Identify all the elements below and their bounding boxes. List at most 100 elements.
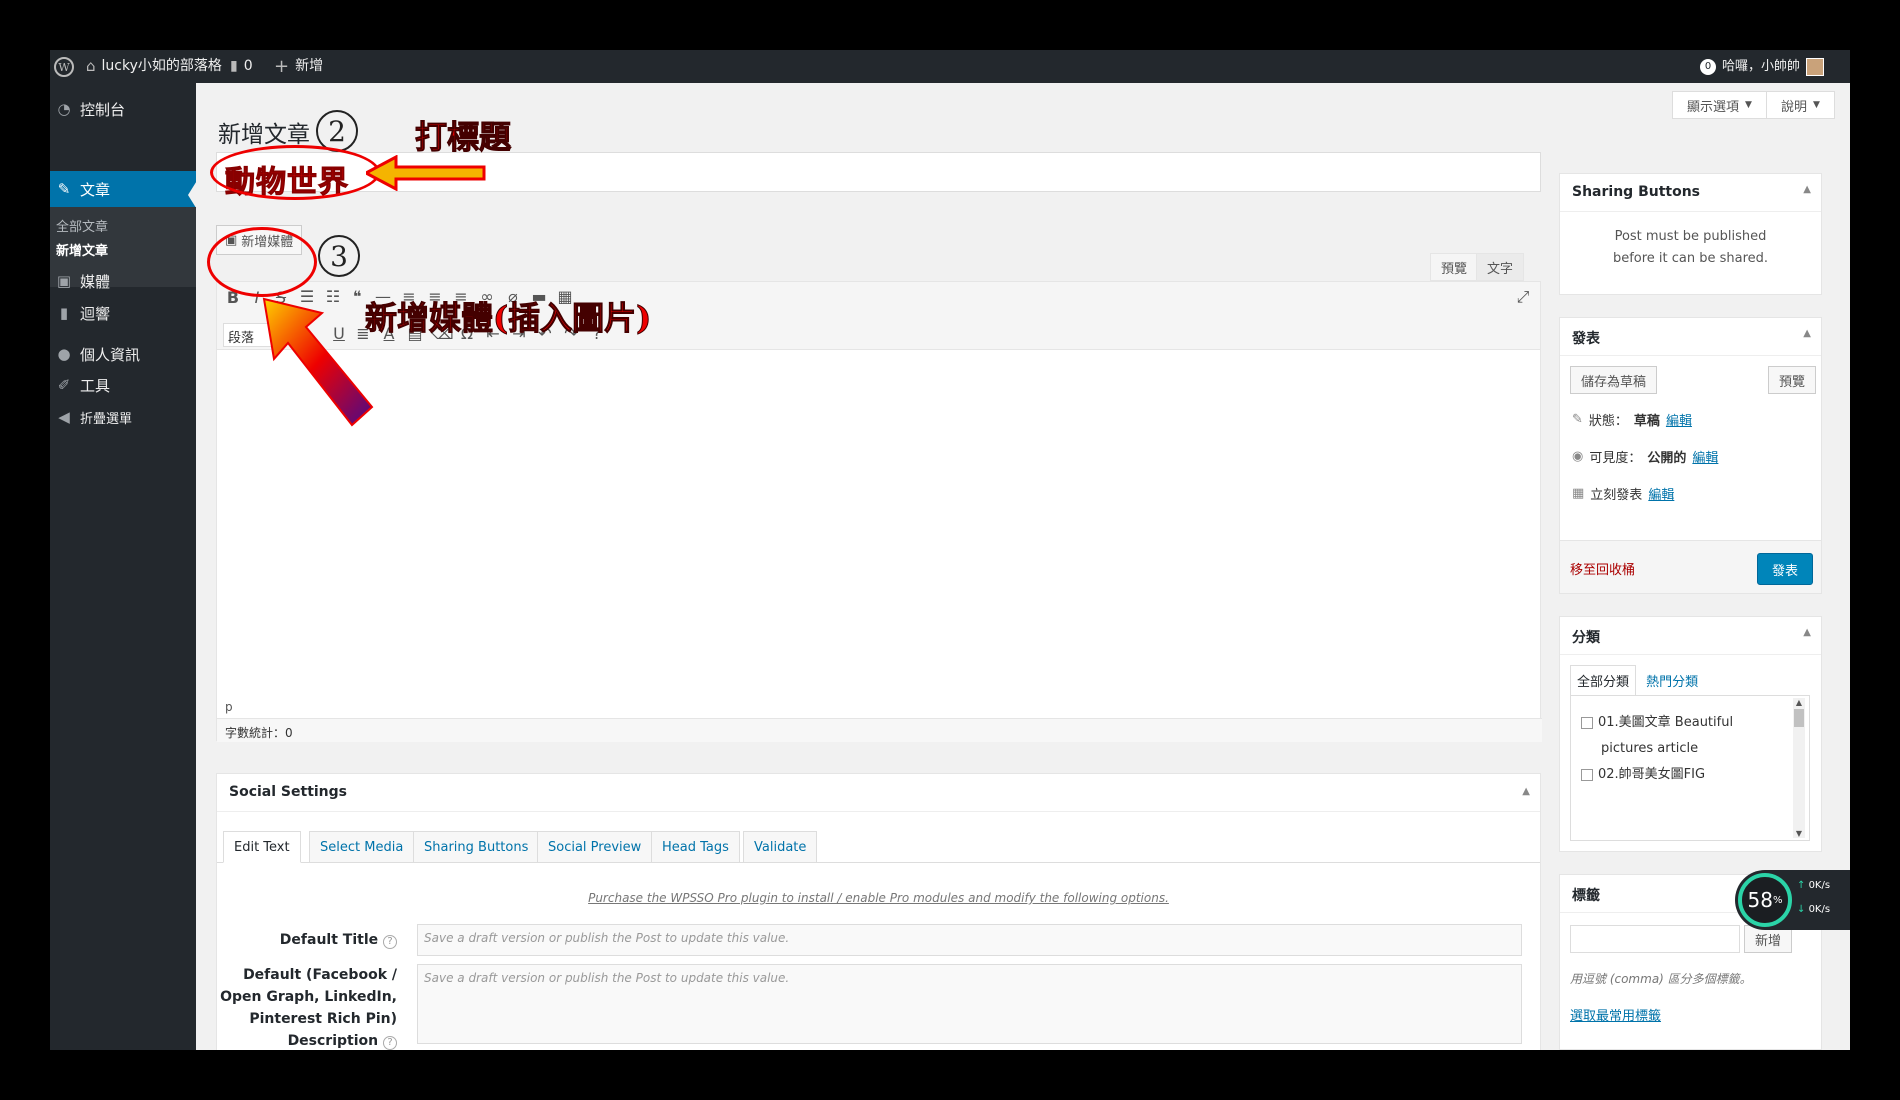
cpu-percent: 58 xyxy=(1747,888,1773,912)
schedule-row: ▦ 立刻發表 編輯 xyxy=(1572,484,1674,503)
editor-content-area[interactable] xyxy=(217,350,1540,690)
user-account-menu[interactable]: 0 哈囉，小帥帥 xyxy=(1700,50,1825,83)
status-row: ✎ 狀態： 草稿 編輯 xyxy=(1572,410,1692,429)
sharing-buttons-header[interactable]: Sharing Buttons ▲ xyxy=(1560,174,1821,212)
sidebar-item-collapse[interactable]: ◀ 折疊選單 xyxy=(50,399,196,435)
collapse-arrow-icon[interactable]: ▲ xyxy=(1803,627,1811,638)
default-description-field[interactable]: Save a draft version or publish the Post… xyxy=(417,964,1522,1044)
comment-bubble-icon: ▮ xyxy=(230,58,238,74)
help-label: 說明 xyxy=(1781,99,1808,115)
cpu-unit: % xyxy=(1772,894,1783,906)
tab-sharing-buttons[interactable]: Sharing Buttons xyxy=(413,831,540,863)
category-checkbox[interactable] xyxy=(1581,768,1593,781)
social-settings-box: Social Settings ▲ Edit Text Select Media… xyxy=(216,773,1541,1050)
sidebar-item-tools[interactable]: ✐ 工具 xyxy=(50,367,196,403)
admin-bar: W ⌂ lucky小如的部落格 ▮ 0 + 新增 0 哈囉，小帥帥 xyxy=(50,50,1850,83)
category-scroll-area[interactable]: 01.美圖文章 Beautiful pictures article 02.帥哥… xyxy=(1581,710,1786,826)
sidebar-item-label: 折疊選單 xyxy=(80,411,133,427)
edit-schedule-link[interactable]: 編輯 xyxy=(1648,484,1674,503)
home-icon: ⌂ xyxy=(86,57,96,75)
pin-icon: ✎ xyxy=(57,180,71,198)
upload-speed-value: 0K/s xyxy=(1808,880,1831,891)
tab-social-preview[interactable]: Social Preview xyxy=(537,831,653,863)
fullscreen-icon[interactable]: ⤢ xyxy=(1513,287,1533,307)
tab-visual[interactable]: 預覽 xyxy=(1430,253,1479,281)
visibility-row: ◉ 可見度： 公開的 編輯 xyxy=(1572,447,1718,466)
sidebar-item-posts[interactable]: ✎ 文章 xyxy=(50,171,196,207)
sidebar-item-label: 媒體 xyxy=(80,272,111,291)
tab-head-tags[interactable]: Head Tags xyxy=(651,831,740,863)
main-content: 顯示選項 ▼ 說明 ▼ 新增文章 動物世界 ▣ 新增媒體 預覽 文字 B I S… xyxy=(196,83,1850,1050)
sidebar-item-comments[interactable]: ▮ 迴響 xyxy=(50,295,196,331)
social-settings-header[interactable]: Social Settings ▲ xyxy=(217,774,1540,812)
list-item[interactable]: 01.美圖文章 Beautiful pictures article xyxy=(1581,710,1786,762)
submenu-all-posts[interactable]: 全部文章 xyxy=(56,216,108,235)
category-list: 01.美圖文章 Beautiful pictures article 02.帥哥… xyxy=(1570,695,1810,841)
site-name-link[interactable]: ⌂ lucky小如的部落格 xyxy=(86,50,222,83)
tab-select-media[interactable]: Select Media xyxy=(309,831,415,863)
collapse-arrow-icon[interactable]: ▲ xyxy=(1803,328,1811,339)
admin-sidebar: ◔ 控制台 ✎ 文章 全部文章 新增文章 ▣ 媒體 ▮ 迴響 ● 個人資訊 ✐ … xyxy=(50,83,198,1050)
step-3-marker: 3 xyxy=(318,235,360,277)
up-arrow-icon: ↑ xyxy=(1797,880,1809,891)
sharing-message: Post must be published before it can be … xyxy=(1612,229,1769,266)
tab-text[interactable]: 文字 xyxy=(1476,253,1525,281)
tags-title: 標籤 xyxy=(1572,888,1600,904)
tab-edit-text[interactable]: Edit Text xyxy=(223,831,301,863)
plus-icon: + xyxy=(274,56,290,77)
social-settings-title: Social Settings xyxy=(229,784,348,800)
schedule-label: 立刻發表 xyxy=(1590,488,1643,503)
save-draft-button[interactable]: 儲存為草稿 xyxy=(1570,366,1658,394)
help-icon[interactable]: ? xyxy=(383,1036,397,1050)
sharing-buttons-box: Sharing Buttons ▲ Post must be published… xyxy=(1559,173,1822,295)
editor-path: p xyxy=(225,700,233,714)
sidebar-item-label: 文章 xyxy=(80,180,111,199)
categories-title: 分類 xyxy=(1572,630,1600,646)
scroll-thumb[interactable] xyxy=(1794,709,1804,727)
help-button[interactable]: 說明 ▼ xyxy=(1766,91,1835,119)
scrollbar[interactable]: ▲ ▼ xyxy=(1793,698,1805,838)
pin-icon: ✎ xyxy=(1572,412,1583,427)
sidebar-item-label: 控制台 xyxy=(80,100,126,119)
new-content-link[interactable]: + 新增 xyxy=(274,50,323,83)
left-arrow-icon xyxy=(366,155,486,191)
wordpress-logo-icon[interactable]: W xyxy=(54,50,74,83)
default-title-field[interactable]: Save a draft version or publish the Post… xyxy=(417,924,1522,956)
list-item[interactable]: 02.帥哥美女圖FIG xyxy=(1581,762,1786,788)
publish-button[interactable]: 發表 xyxy=(1756,553,1813,585)
collapse-arrow-icon[interactable]: ▲ xyxy=(1522,786,1530,797)
scroll-down-icon[interactable]: ▼ xyxy=(1793,829,1805,838)
submenu-new-post[interactable]: 新增文章 xyxy=(56,240,108,259)
publish-header[interactable]: 發表 ▲ xyxy=(1560,318,1821,356)
media-icon: ▣ xyxy=(56,272,72,290)
purchase-pro-link[interactable]: Purchase the WPSSO Pro plugin to install… xyxy=(217,891,1540,905)
sharing-buttons-title: Sharing Buttons xyxy=(1572,184,1701,200)
tab-popular-categories[interactable]: 熱門分類 xyxy=(1640,666,1704,695)
comments-link[interactable]: ▮ 0 xyxy=(230,50,253,83)
sidebar-item-media[interactable]: ▣ 媒體 xyxy=(50,263,196,299)
page-title: 新增文章 xyxy=(218,122,310,148)
chevron-down-icon: ▼ xyxy=(1745,100,1752,110)
preview-button[interactable]: 預覽 xyxy=(1768,366,1817,394)
add-media-highlight-oval xyxy=(207,227,317,297)
move-to-trash-link[interactable]: 移至回收桶 xyxy=(1570,559,1635,578)
visibility-value: 公開的 xyxy=(1647,451,1687,466)
up-left-arrow-icon xyxy=(262,297,374,427)
categories-header[interactable]: 分類 ▲ xyxy=(1560,617,1821,655)
screen-options-button[interactable]: 顯示選項 ▼ xyxy=(1672,91,1767,119)
help-icon[interactable]: ? xyxy=(383,935,397,949)
publish-title: 發表 xyxy=(1572,331,1600,347)
category-checkbox[interactable] xyxy=(1581,716,1593,729)
screen-frame: W ⌂ lucky小如的部落格 ▮ 0 + 新增 0 哈囉，小帥帥 ◔ 控制台 … xyxy=(50,50,1850,1050)
tab-all-categories[interactable]: 全部分類 xyxy=(1570,665,1637,695)
media-hint-annotation: 新增媒體(插入圖片) xyxy=(364,299,652,338)
screen-options-label: 顯示選項 xyxy=(1687,99,1740,115)
edit-visibility-link[interactable]: 編輯 xyxy=(1692,447,1718,466)
sidebar-item-dashboard[interactable]: ◔ 控制台 xyxy=(50,91,196,127)
tab-validate[interactable]: Validate xyxy=(743,831,818,863)
scroll-up-icon[interactable]: ▲ xyxy=(1793,698,1805,707)
tag-input[interactable] xyxy=(1570,925,1740,953)
collapse-arrow-icon[interactable]: ▲ xyxy=(1803,184,1811,195)
edit-status-link[interactable]: 編輯 xyxy=(1666,410,1692,429)
choose-common-tags-link[interactable]: 選取最常用標籤 xyxy=(1570,1005,1661,1024)
